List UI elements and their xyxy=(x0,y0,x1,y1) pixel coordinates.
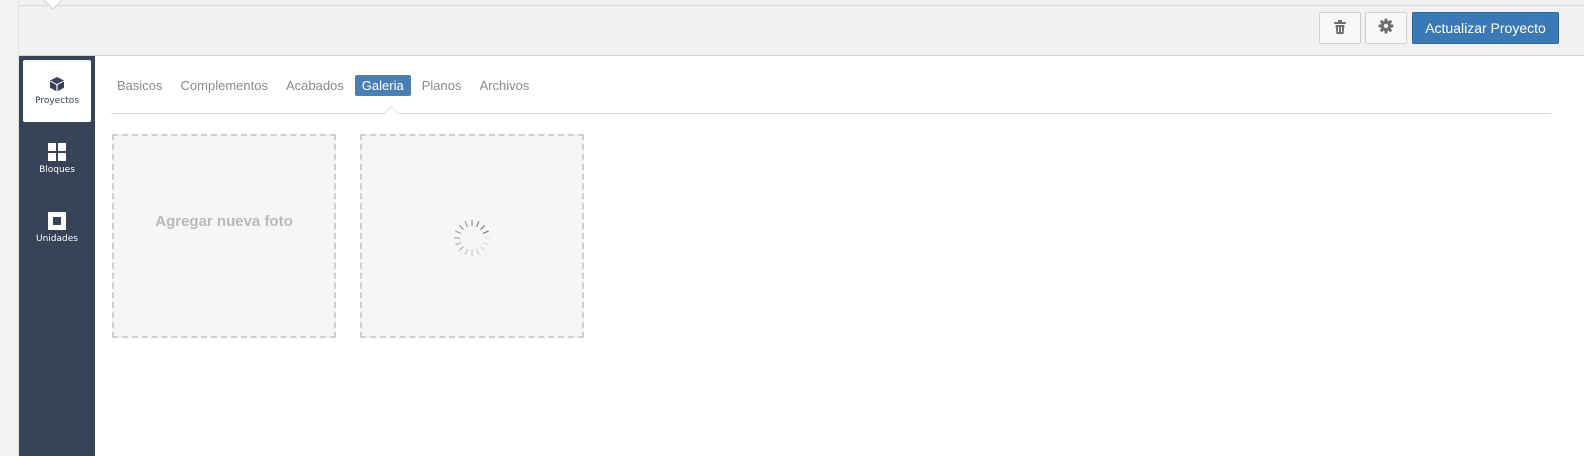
spinner-tick xyxy=(480,224,486,230)
spinner-tick xyxy=(458,224,464,230)
cube-icon xyxy=(49,76,65,92)
active-tab-pointer xyxy=(383,106,399,114)
spinner-tick xyxy=(458,246,464,252)
spinner-tick xyxy=(476,248,480,255)
update-project-button[interactable]: Actualizar Proyecto xyxy=(1412,12,1559,44)
tab-acabados[interactable]: Acabados xyxy=(279,75,351,96)
tab-archivos[interactable]: Archivos xyxy=(472,75,536,96)
sidebar: Proyectos Bloques Unidades xyxy=(19,56,95,456)
spinner-tick xyxy=(480,246,486,252)
photo-loading-tile xyxy=(360,134,584,338)
grid-icon xyxy=(48,143,66,161)
spinner-tick xyxy=(482,230,489,234)
tab-bar: Basicos Complementos Acabados Galeria Pl… xyxy=(110,72,540,98)
toolbar-notch xyxy=(43,0,63,10)
top-toolbar: Actualizar Proyecto xyxy=(19,0,1584,56)
add-photo-tile[interactable]: Agregar nueva foto xyxy=(112,134,336,338)
spinner-tick xyxy=(482,242,489,246)
delete-button[interactable] xyxy=(1319,12,1361,44)
spinner-tick xyxy=(464,248,468,255)
sidebar-item-bloques[interactable]: Bloques xyxy=(23,128,91,190)
gear-icon xyxy=(1378,18,1394,38)
square-icon xyxy=(48,212,66,230)
tab-galeria[interactable]: Galeria xyxy=(354,74,411,96)
tab-basicos[interactable]: Basicos xyxy=(110,75,170,96)
spinner-tick xyxy=(455,230,462,234)
sidebar-item-label: Unidades xyxy=(36,234,78,244)
sidebar-item-proyectos[interactable]: Proyectos xyxy=(23,60,91,122)
add-photo-label: Agregar nueva foto xyxy=(155,212,293,230)
trash-icon xyxy=(1334,19,1346,38)
tab-complementos[interactable]: Complementos xyxy=(174,75,275,96)
spinner-tick xyxy=(476,221,480,228)
sidebar-item-label: Proyectos xyxy=(35,96,79,106)
spinner-tick xyxy=(464,221,468,228)
toolbar-top-edge xyxy=(19,5,1584,6)
spinner-tick xyxy=(455,242,462,246)
spinner-icon xyxy=(450,216,494,260)
sidebar-item-label: Bloques xyxy=(39,165,75,175)
tab-planos[interactable]: Planos xyxy=(415,75,469,96)
sidebar-item-unidades[interactable]: Unidades xyxy=(23,197,91,259)
left-gutter xyxy=(0,0,19,456)
tabs-divider xyxy=(111,113,1551,114)
settings-button[interactable] xyxy=(1365,12,1407,44)
